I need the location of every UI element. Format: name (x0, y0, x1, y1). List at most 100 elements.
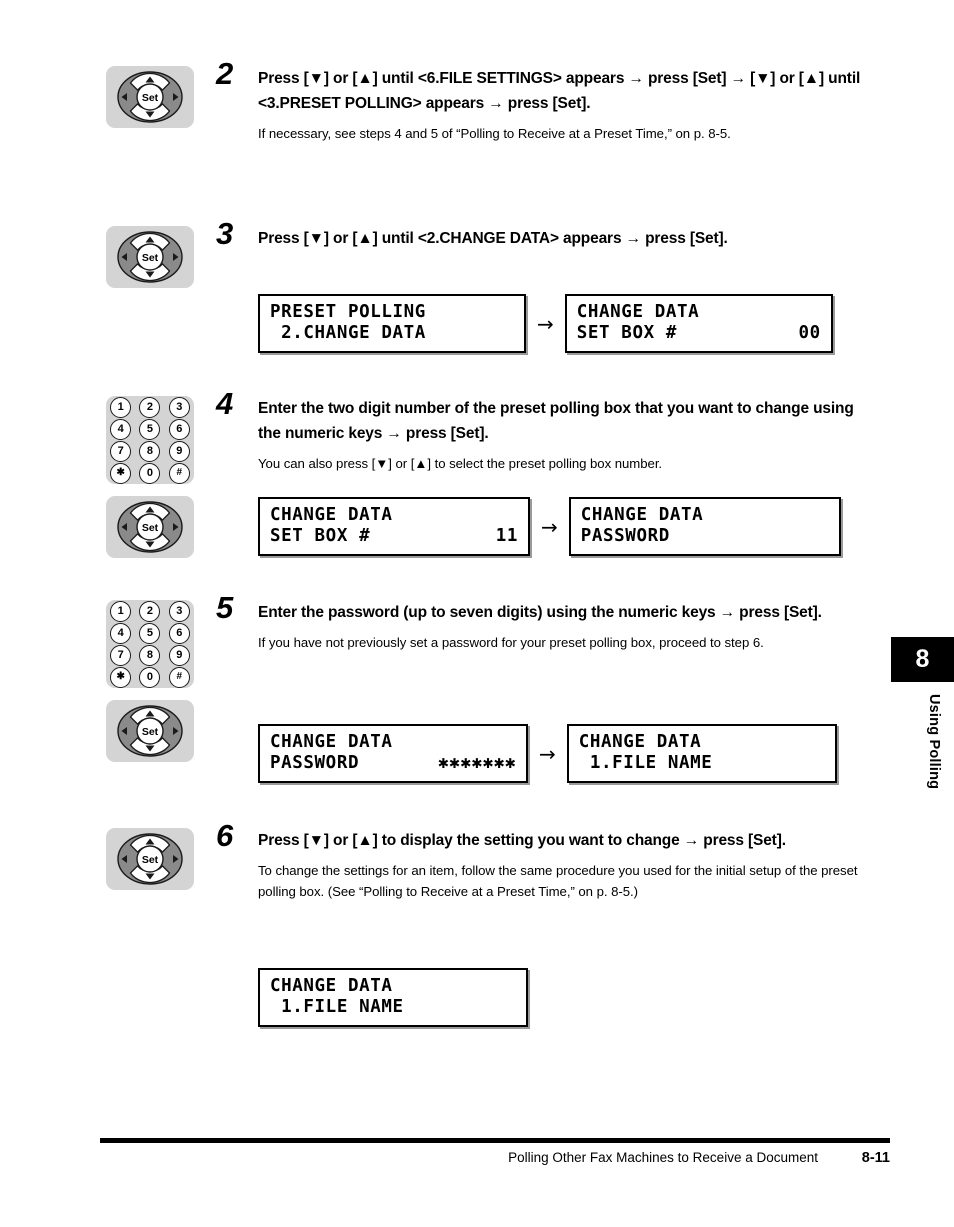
lcd-display: CHANGE DATA SET BOX # 00 (564, 294, 833, 354)
step-4-lcd-row: CHANGE DATA SET BOX # 11 → CHANGE DATA P… (258, 497, 841, 557)
lcd-line-1: CHANGE DATA (579, 732, 825, 753)
page-footer: Polling Other Fax Machines to Receive a … (100, 1150, 890, 1166)
step-title: Press [▼] or [▲] until <6.FILE SETTINGS>… (258, 70, 861, 113)
lcd-line-1: PRESET POLLING (270, 302, 514, 323)
keypad-key-3: 3 (168, 600, 190, 622)
nav-wheel-graphic: Set (117, 231, 183, 283)
lcd-line1-left: CHANGE DATA (270, 505, 393, 525)
lcd-line-1: CHANGE DATA (270, 505, 518, 526)
set-key-label: Set (142, 252, 159, 264)
nav-wheel-graphic: Set (117, 501, 183, 553)
keypad-key-8: 8 (139, 644, 161, 666)
step-6-lcd-row: CHANGE DATA 1.FILE NAME (258, 968, 528, 1028)
keypad-key-9: 9 (168, 440, 190, 462)
footer-page-number: 8-11 (861, 1150, 890, 1166)
keypad-key-3: 3 (168, 396, 190, 418)
numeric-keypad-icon: 1 2 3 4 5 6 7 8 9 ✱ 0 # (106, 396, 194, 484)
step-5-icons: 1 2 3 4 5 6 7 8 9 ✱ 0 # Set (106, 600, 206, 762)
step-title: Enter the two digit number of the preset… (258, 400, 854, 443)
transition-arrow-icon: → (539, 741, 556, 766)
step-note: You can also press [▼] or [▲] to select … (258, 456, 663, 472)
lcd-line2-right: 00 (798, 322, 821, 343)
lcd-display: CHANGE DATA SET BOX # 11 (258, 497, 530, 557)
lcd-line-2: 1.FILE NAME (579, 753, 825, 774)
keypad-key-7: 7 (110, 440, 132, 462)
keypad-key-hash: # (168, 462, 190, 484)
lcd-password-masked: ✱✱✱✱✱✱✱ (438, 752, 516, 773)
lcd-line2-left: SET BOX # (576, 322, 677, 343)
keypad-key-6: 6 (168, 622, 190, 644)
step-2-body: Press [▼] or [▲] until <6.FILE SETTINGS>… (258, 66, 878, 145)
navigation-key-icon: Set (106, 828, 194, 890)
nav-wheel-graphic: Set (117, 833, 183, 885)
keypad-key-2: 2 (139, 600, 161, 622)
step-number: 4 (216, 386, 233, 421)
keypad-key-1: 1 (110, 396, 132, 418)
numeric-keypad-icon: 1 2 3 4 5 6 7 8 9 ✱ 0 # (106, 600, 194, 688)
lcd-line-2: SET BOX # 11 (270, 526, 518, 547)
keypad-key-asterisk: ✱ (110, 666, 132, 688)
lcd-display: CHANGE DATA 1.FILE NAME (258, 968, 528, 1028)
nav-wheel-graphic: Set (117, 705, 183, 757)
keypad-key-2: 2 (139, 396, 161, 418)
lcd-line-2: PASSWORD (581, 526, 829, 547)
step-3-lcd-row: PRESET POLLING 2.CHANGE DATA → CHANGE DA… (258, 294, 833, 354)
manual-page: Set 2 Press [▼] or [▲] until <6.FILE SET… (0, 0, 954, 1227)
keypad-key-4: 4 (110, 418, 132, 440)
keypad-key-5: 5 (139, 418, 161, 440)
keypad-key-asterisk: ✱ (110, 462, 132, 484)
step-note: If you have not previously set a passwor… (258, 635, 764, 651)
chapter-side-tab: 8 Using Polling (891, 637, 954, 789)
navigation-key-icon: Set (106, 66, 194, 128)
lcd-line1-left: PRESET POLLING (270, 302, 426, 322)
lcd-line-2: 1.FILE NAME (270, 997, 516, 1018)
lcd-display: PRESET POLLING 2.CHANGE DATA (258, 294, 526, 354)
navigation-key-icon: Set (106, 700, 194, 762)
step-4-body: Enter the two digit number of the preset… (258, 396, 878, 475)
lcd-line-1: CHANGE DATA (581, 505, 829, 526)
step-number: 2 (216, 56, 233, 91)
lcd-line2-left: PASSWORD (580, 525, 670, 546)
step-title: Press [▼] or [▲] until <2.CHANGE DATA> a… (258, 230, 728, 247)
set-key-label: Set (142, 726, 159, 738)
lcd-line-1: CHANGE DATA (270, 976, 516, 997)
navigation-key-icon: Set (106, 496, 194, 558)
step-number: 3 (216, 216, 233, 251)
lcd-line-2: 2.CHANGE DATA (270, 323, 514, 344)
step-6-body: Press [▼] or [▲] to display the setting … (258, 828, 878, 902)
step-5-lcd-row: CHANGE DATA PASSWORD ✱✱✱✱✱✱✱ → CHANGE DA… (258, 724, 837, 784)
step-note: If necessary, see steps 4 and 5 of “Poll… (258, 126, 731, 142)
set-key-label: Set (142, 854, 159, 866)
step-number: 6 (216, 818, 233, 853)
keypad-key-5: 5 (139, 622, 161, 644)
lcd-line-2: PASSWORD ✱✱✱✱✱✱✱ (270, 753, 516, 774)
lcd-line1-left: CHANGE DATA (580, 505, 704, 525)
step-title: Press [▼] or [▲] to display the setting … (258, 832, 786, 849)
chapter-label: Using Polling (926, 694, 942, 790)
step-title: Enter the password (up to seven digits) … (258, 604, 822, 621)
chapter-number: 8 (891, 637, 954, 682)
step-note: To change the settings for an item, foll… (258, 863, 858, 899)
keypad-key-0: 0 (139, 462, 161, 484)
step-5-body: Enter the password (up to seven digits) … (258, 600, 878, 654)
step-2-icons: Set (106, 66, 206, 128)
lcd-line1-left: CHANGE DATA (576, 302, 700, 322)
keypad-key-hash: # (168, 666, 190, 688)
lcd-line2-right: 11 (495, 525, 518, 546)
lcd-display: CHANGE DATA PASSWORD (568, 497, 841, 557)
lcd-line1-left: CHANGE DATA (578, 732, 702, 752)
navigation-key-icon: Set (106, 226, 194, 288)
lcd-line1-left: CHANGE DATA (270, 732, 393, 752)
keypad-key-9: 9 (168, 644, 190, 666)
footer-divider (100, 1138, 890, 1143)
lcd-display: CHANGE DATA 1.FILE NAME (566, 724, 837, 784)
keypad-key-1: 1 (110, 600, 132, 622)
transition-arrow-icon: → (537, 311, 554, 336)
keypad-key-7: 7 (110, 644, 132, 666)
lcd-line2-left: 2.CHANGE DATA (270, 322, 426, 343)
lcd-line2-left: PASSWORD (270, 752, 360, 773)
nav-wheel-graphic: Set (117, 71, 183, 123)
lcd-line-2: SET BOX # 00 (577, 323, 821, 344)
step-number: 5 (216, 590, 233, 625)
step-3-body: Press [▼] or [▲] until <2.CHANGE DATA> a… (258, 226, 878, 251)
